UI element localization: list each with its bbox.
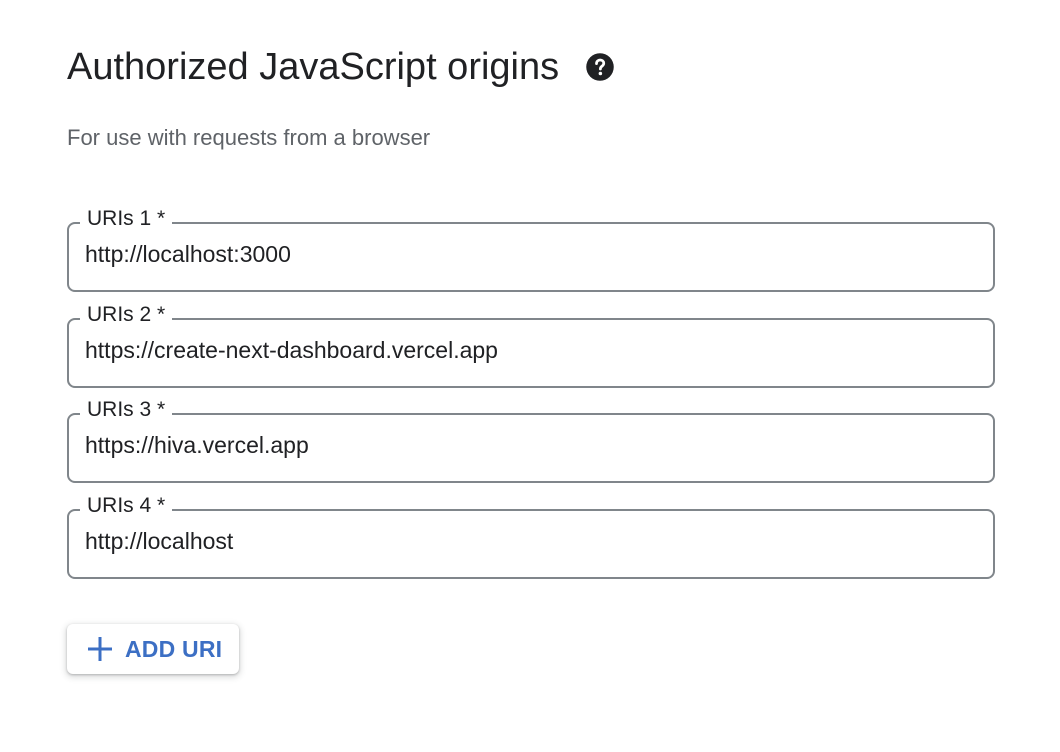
section-subtitle: For use with requests from a browser — [67, 125, 431, 150]
uri-input-4[interactable] — [85, 523, 965, 559]
section-title: Authorized JavaScript origins — [67, 46, 560, 88]
uri-input-2[interactable] — [85, 332, 965, 368]
uri-field-4: URIs 4 * — [67, 494, 995, 579]
add-uri-label: ADD URI — [125, 636, 223, 662]
uri-input-3[interactable] — [85, 427, 965, 463]
section-header: Authorized JavaScript origins — [67, 44, 615, 90]
uri-field-label: URIs 2 * — [80, 303, 173, 327]
add-uri-button[interactable]: ADD URI — [67, 624, 240, 674]
uri-field-label: URIs 3 * — [80, 398, 173, 422]
uri-field-3: URIs 3 * — [67, 398, 995, 483]
plus-icon — [87, 636, 113, 662]
uri-field-label: URIs 4 * — [80, 494, 173, 518]
help-circle-icon[interactable] — [585, 52, 615, 82]
uri-field-2: URIs 2 * — [67, 303, 995, 388]
uri-input-1[interactable] — [85, 236, 965, 272]
uri-field-1: URIs 1 * — [67, 207, 995, 292]
uri-field-label: URIs 1 * — [80, 207, 173, 231]
